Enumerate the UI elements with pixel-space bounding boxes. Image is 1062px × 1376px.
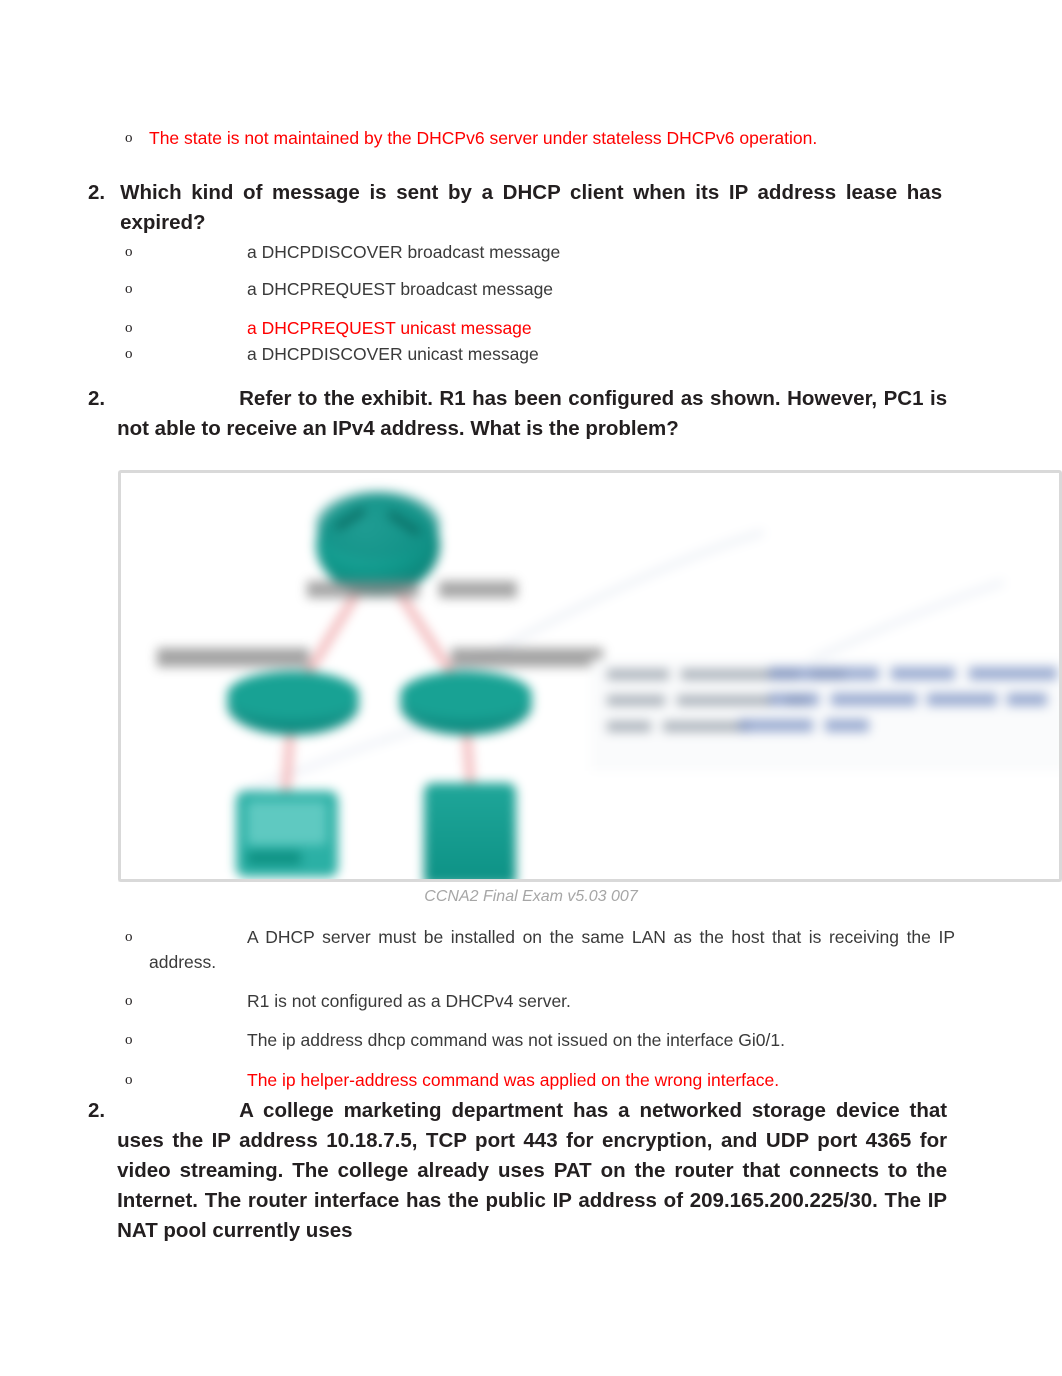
server-icon [424,783,516,879]
option-text: a DHCPREQUEST unicast message [247,318,532,338]
list-item[interactable]: o A DHCP server must be installed on the… [125,925,955,975]
list-item[interactable]: o The ip helper-address command was appl… [125,1068,955,1093]
question-heading-nat-pat: 2. A college marketing department has a … [88,1096,968,1246]
option-text: The ip address dhcp command was not issu… [247,1030,785,1050]
question-number: 2. [88,1099,106,1122]
list-item[interactable]: o a DHCPDISCOVER unicast message [125,342,945,367]
bullet-marker: o [125,244,133,260]
question-text: Refer to the exhibit. R1 has been config… [117,387,948,440]
router-interface-label-blur [439,581,517,598]
question-text: Which kind of message is sent by a DHCP … [120,181,943,234]
list-item[interactable]: o a DHCPDISCOVER broadcast message [125,240,945,265]
bullet-marker: o [125,281,133,297]
bullet-marker: o [125,993,133,1009]
document-page: o The state is not maintained by the DHC… [0,0,1062,1376]
question-text: A college marketing department has a net… [117,1099,948,1242]
right-subnet-label-blur [451,648,603,667]
bullet-marker: o [125,130,133,146]
exhibit-caption: CCNA2 Final Exam v5.03 007 [424,888,638,905]
switch-right-icon [400,671,532,735]
question-heading-refer-exhibit: 2. Refer to the exhibit. R1 has been con… [88,384,968,444]
router-icon [316,491,440,595]
list-item[interactable]: o a DHCPREQUEST broadcast message [125,277,945,302]
bullet-marker: o [125,1072,133,1088]
exhibit-frame [118,470,1062,882]
option-text: The ip helper-address command was applie… [247,1070,780,1090]
option-text: R1 is not configured as a DHCPv4 server. [247,991,571,1011]
pc1-icon [236,791,338,877]
bullet-marker: o [125,346,133,362]
option-text: A DHCP server must be installed on the s… [149,927,955,972]
router-label-blur [307,581,419,598]
option-text: a DHCPDISCOVER broadcast message [247,242,561,262]
left-subnet-label-blur [157,648,309,667]
question-number: 2. [88,181,106,204]
switch-left-icon [227,671,359,735]
list-item[interactable]: o The state is not maintained by the DHC… [125,126,945,151]
option-text: a DHCPREQUEST broadcast message [247,279,554,299]
bullet-marker: o [125,320,133,336]
network-topology-diagram [121,473,1059,879]
bullet-marker: o [125,929,133,945]
exhibit-image [118,470,1062,882]
question-heading-dhcp-message: 2. Which kind of message is sent by a DH… [88,178,958,238]
option-text: a DHCPDISCOVER unicast message [247,344,539,364]
option-text: The state is not maintained by the DHCPv… [149,128,818,148]
bullet-marker: o [125,1032,133,1048]
list-item[interactable]: o The ip address dhcp command was not is… [125,1028,955,1053]
question-number: 2. [88,387,106,410]
router-config-textblock-blur [591,659,1059,771]
topology-svg [121,473,1059,879]
list-item[interactable]: o R1 is not configured as a DHCPv4 serve… [125,989,955,1014]
list-item[interactable]: o a DHCPREQUEST unicast message [125,316,945,341]
